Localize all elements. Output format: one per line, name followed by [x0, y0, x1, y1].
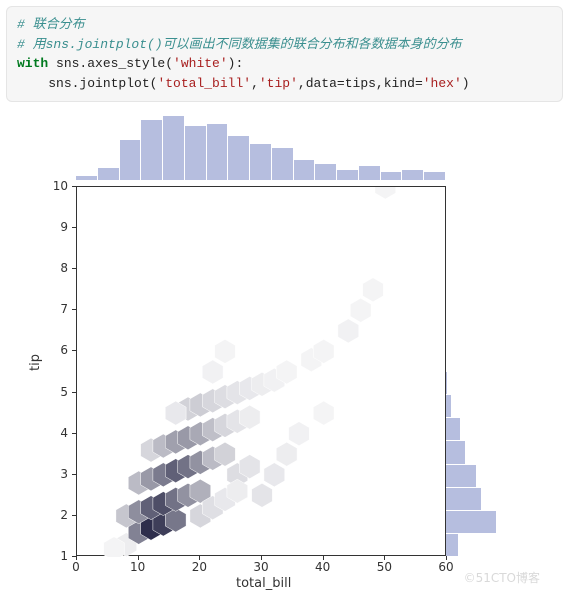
y-tick-label: 10 — [53, 179, 68, 193]
hex-cell — [375, 187, 396, 199]
hex-cell — [338, 319, 359, 343]
hexbin-plot-area — [76, 186, 446, 556]
code-comment: # 用sns.jointplot()可以画出不同数据集的联合分布和各数据本身的分… — [17, 37, 462, 52]
top-marginal-histogram — [76, 116, 446, 180]
hist-bar — [98, 168, 120, 180]
x-tick-label: 60 — [438, 560, 453, 574]
hex-cell — [264, 463, 285, 487]
y-tick-label: 4 — [60, 426, 68, 440]
hist-bar — [76, 176, 98, 180]
hist-bar — [424, 172, 446, 180]
y-tick-label: 2 — [60, 508, 68, 522]
hist-bar — [294, 160, 316, 180]
hist-bar — [141, 120, 163, 180]
x-axis-label: total_bill — [236, 576, 291, 591]
hex-cell — [363, 278, 384, 302]
code-cell: # 联合分布 # 用sns.jointplot()可以画出不同数据集的联合分布和… — [6, 6, 563, 102]
hist-bar — [207, 124, 229, 180]
x-tick-label: 50 — [377, 560, 392, 574]
hex-cell — [252, 483, 273, 507]
hist-bar — [337, 170, 359, 180]
keyword-with: with — [17, 56, 48, 71]
hist-bar — [272, 148, 294, 180]
hist-bar — [120, 140, 142, 180]
y-axis-label: tip — [28, 354, 43, 371]
hex-cell — [276, 442, 297, 466]
hex-cell — [289, 422, 310, 446]
x-tick-label: 20 — [192, 560, 207, 574]
y-tick-label: 1 — [60, 549, 68, 563]
jointplot-figure: 1 2 3 4 5 6 7 8 9 10 0 10 20 30 40 50 60 tip total_bill… — [6, 108, 546, 588]
x-tick-label: 30 — [253, 560, 268, 574]
y-tick-label: 7 — [60, 302, 68, 316]
hex-cell — [215, 339, 236, 363]
hist-bar — [402, 170, 424, 180]
hist-bar — [250, 144, 272, 180]
hist-bar — [315, 164, 337, 180]
y-axis-ticks: 12345678910 — [46, 186, 72, 556]
hist-bar — [381, 172, 403, 180]
hist-bar — [359, 166, 381, 180]
x-tick-label: 40 — [315, 560, 330, 574]
y-tick-label: 3 — [60, 467, 68, 481]
x-tick-label: 0 — [72, 560, 80, 574]
x-axis-ticks: 0102030405060 — [76, 560, 446, 576]
hex-cell — [313, 401, 334, 425]
hist-bar — [163, 116, 185, 180]
code-comment: # 联合分布 — [17, 17, 85, 32]
y-tick-label: 6 — [60, 343, 68, 357]
hist-bar — [228, 136, 250, 180]
y-tick-label: 8 — [60, 261, 68, 275]
y-tick-label: 9 — [60, 220, 68, 234]
hist-bar — [185, 126, 207, 180]
hex-cell — [202, 360, 223, 384]
hex-cell — [350, 298, 371, 322]
watermark-text: ©51CTO博客 — [464, 569, 540, 586]
x-tick-label: 10 — [130, 560, 145, 574]
hexbin-svg — [77, 187, 447, 557]
y-tick-label: 5 — [60, 385, 68, 399]
